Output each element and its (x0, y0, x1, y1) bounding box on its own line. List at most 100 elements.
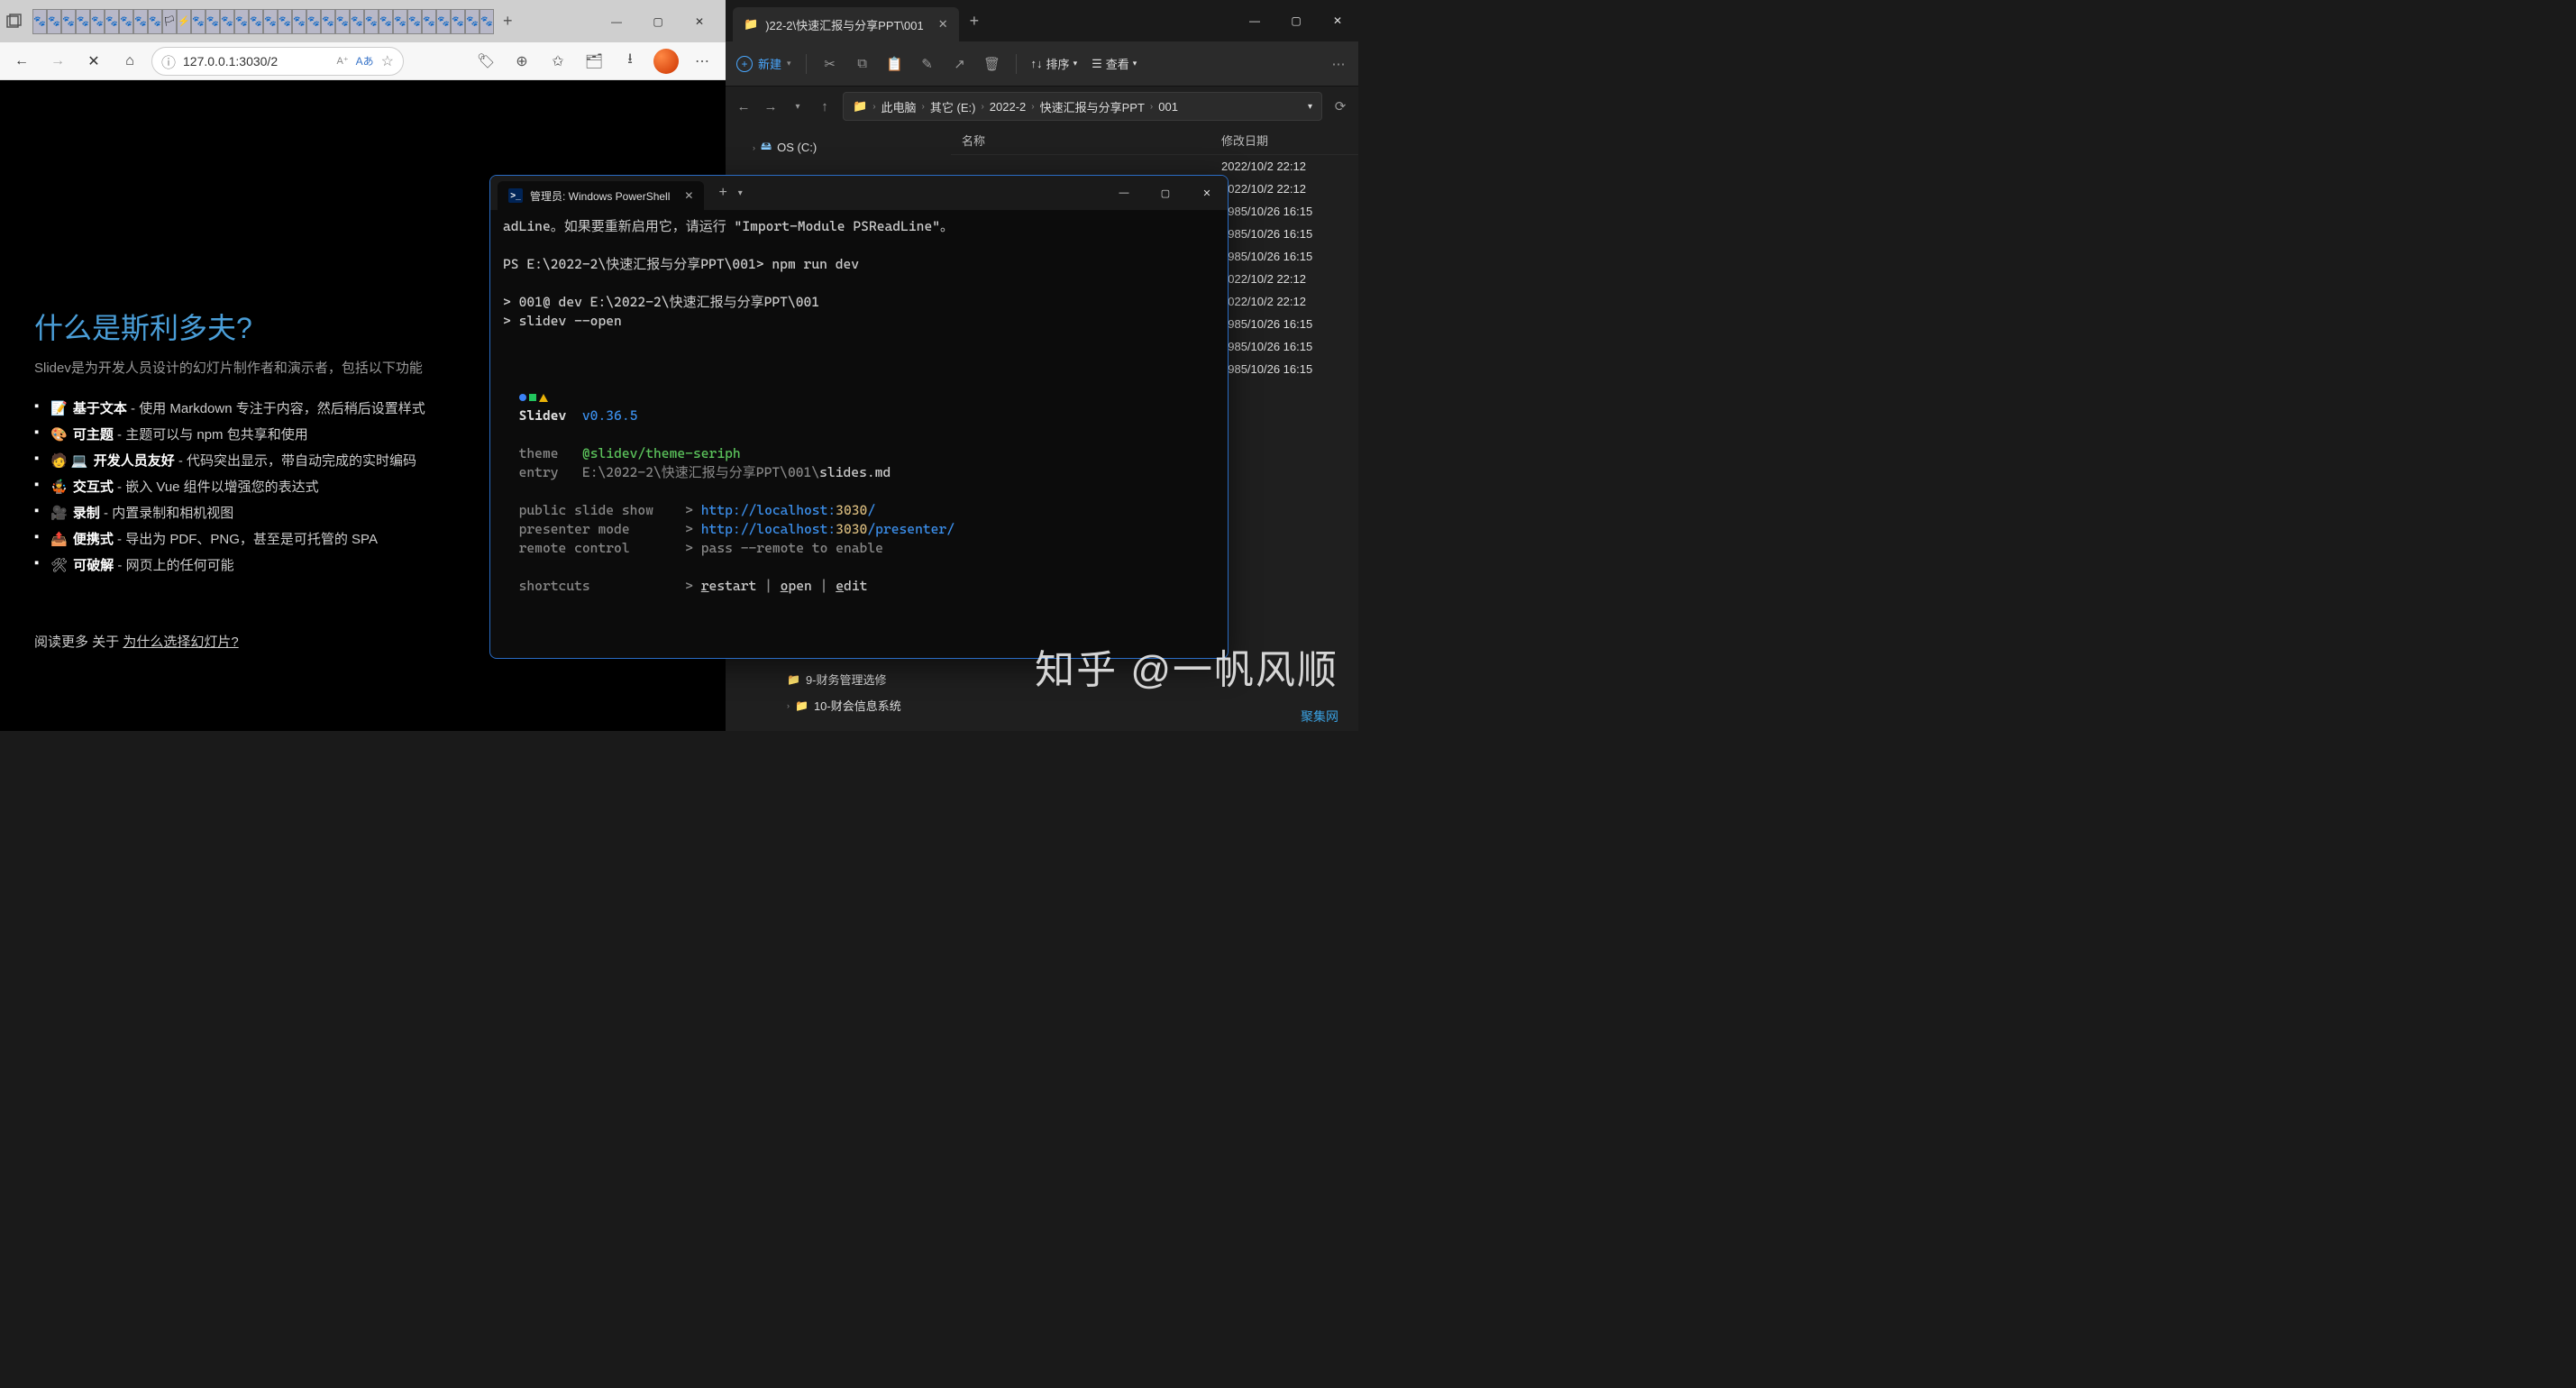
browser-tab[interactable]: 🐾 (436, 9, 451, 34)
browser-tab[interactable]: 🐾 (133, 9, 148, 34)
browser-tab[interactable]: 🐾 (465, 9, 480, 34)
new-tab-button[interactable]: + (718, 185, 726, 201)
site-info-icon[interactable]: ⓘ (161, 50, 176, 72)
reading-mode-icon[interactable]: A⁺ (336, 55, 348, 67)
minimize-button[interactable]: — (1234, 6, 1275, 35)
browser-tab[interactable]: 🐾 (249, 9, 263, 34)
view-button[interactable]: ☰ 查看 ▾ (1092, 55, 1137, 72)
more-button[interactable]: ⋯ (686, 47, 718, 76)
terminal-titlebar: >_ 管理员: Windows PowerShell ✕ + ▾ — ▢ ✕ (490, 176, 1228, 210)
share-icon[interactable]: ↗ (951, 56, 969, 72)
browser-tab[interactable]: 🐾 (90, 9, 105, 34)
browser-tab[interactable]: 🏳 (162, 9, 177, 34)
tabs-overview-icon[interactable] (5, 13, 23, 31)
browser-tab[interactable]: 🐾 (335, 9, 350, 34)
col-name-header[interactable]: 名称 (962, 132, 1221, 149)
browser-tab[interactable]: 🐾 (278, 9, 292, 34)
browser-tab[interactable]: 🐾 (350, 9, 364, 34)
forward-button[interactable]: → (43, 47, 72, 76)
browser-tab[interactable]: 🐾 (76, 9, 90, 34)
close-tab-icon[interactable]: ✕ (684, 189, 693, 202)
browser-tab[interactable]: 🐾 (407, 9, 422, 34)
browser-tab[interactable]: 🐾 (148, 9, 162, 34)
breadcrumb-item[interactable]: 此电脑 (882, 98, 917, 115)
browser-tab[interactable]: 🐾 (234, 9, 249, 34)
col-date-header[interactable]: 修改日期 (1221, 132, 1347, 149)
chevron-down-icon[interactable]: ▾ (789, 102, 807, 112)
explorer-tab[interactable]: 📁 )22-2\快速汇报与分享PPT\001 ✕ (733, 7, 959, 41)
separator (1016, 54, 1017, 74)
more-icon[interactable]: ⋯ (1329, 56, 1347, 72)
back-button[interactable]: ← (7, 47, 36, 76)
browser-tab[interactable]: ⚡ (177, 9, 191, 34)
minimize-button[interactable]: — (596, 7, 637, 36)
refresh-button[interactable]: ⟳ (1331, 98, 1349, 114)
translate-icon[interactable]: Aあ (356, 53, 374, 68)
tree-item[interactable]: 📁 9-财务管理选修 (726, 666, 951, 692)
footer-link[interactable]: 为什么选择幻灯片? (123, 635, 238, 650)
browser-tab[interactable]: 🐾 (191, 9, 206, 34)
tree-item[interactable]: › 📁 10-财会信息系统 (726, 692, 951, 718)
breadcrumb-item[interactable]: 其它 (E:) (930, 98, 976, 115)
browser-tab[interactable]: 🐾 (61, 9, 76, 34)
close-button[interactable]: ✕ (679, 7, 720, 36)
browser-tab[interactable]: 🐾 (321, 9, 335, 34)
close-button[interactable]: ✕ (1317, 6, 1358, 35)
new-button[interactable]: + 新建 ▾ (736, 55, 791, 72)
browser-tab[interactable]: 🐾 (119, 9, 133, 34)
new-tab-button[interactable]: + (970, 12, 980, 31)
close-button[interactable]: ✕ (1186, 178, 1228, 207)
up-button[interactable]: ↑ (816, 99, 834, 114)
browser-tab[interactable]: 🐾 (47, 9, 61, 34)
terminal-tab[interactable]: >_ 管理员: Windows PowerShell ✕ (498, 181, 704, 210)
rename-icon[interactable]: ✎ (918, 56, 936, 72)
browser-tab[interactable]: 🐾 (206, 9, 220, 34)
profile-avatar[interactable] (650, 47, 682, 76)
browser-tab[interactable]: 🐾 (393, 9, 407, 34)
cut-icon[interactable]: ✂ (821, 56, 839, 72)
stop-button[interactable]: ✕ (79, 47, 108, 76)
tab-dropdown-icon[interactable]: ▾ (738, 188, 743, 198)
delete-icon[interactable]: 🗑 (983, 56, 1001, 72)
forward-button[interactable]: → (762, 99, 780, 114)
breadcrumb-item[interactable]: 2022-2 (990, 100, 1026, 114)
browser-tab[interactable]: 🐾 (292, 9, 306, 34)
back-button[interactable]: ← (735, 99, 753, 114)
home-button[interactable]: ⌂ (115, 47, 144, 76)
browser-tab[interactable]: 🐾 (379, 9, 393, 34)
downloads-icon[interactable]: ⭳ (614, 47, 646, 76)
paste-icon[interactable]: 📋 (886, 56, 904, 72)
avatar-icon (653, 49, 679, 74)
copy-icon[interactable]: ⧉ (854, 56, 872, 71)
sort-button[interactable]: ↑↓ 排序 ▾ (1031, 55, 1078, 72)
minimize-button[interactable]: — (1103, 178, 1145, 207)
terminal-output[interactable]: adLine。如果要重新启用它，请运行 "Import-Module PSRea… (490, 210, 1228, 603)
browser-tab[interactable]: 🐾 (32, 9, 47, 34)
browser-tab[interactable]: 🐾 (422, 9, 436, 34)
maximize-button[interactable]: ▢ (637, 7, 679, 36)
breadcrumb[interactable]: 📁 › 此电脑› 其它 (E:)› 2022-2› 快速汇报与分享PPT› 00… (843, 92, 1322, 121)
browser-tab[interactable]: 🐾 (263, 9, 278, 34)
emoji-icon: 📝 (50, 401, 68, 416)
tab-title: )22-2\快速汇报与分享PPT\001 (765, 16, 924, 33)
close-tab-icon[interactable]: ✕ (938, 17, 948, 32)
maximize-button[interactable]: ▢ (1275, 6, 1317, 35)
new-tab-button[interactable]: + (503, 12, 513, 31)
collections-icon[interactable]: 🗂 (578, 47, 610, 76)
favorites-icon[interactable]: ✩ (542, 47, 574, 76)
breadcrumb-item[interactable]: 001 (1158, 100, 1178, 114)
browser-tab[interactable]: 🐾 (364, 9, 379, 34)
chevron-down-icon[interactable]: ▾ (1308, 102, 1312, 112)
browser-tab[interactable]: 🐾 (105, 9, 119, 34)
browser-tab[interactable]: 🐾 (451, 9, 465, 34)
addpage-icon[interactable]: ⊕ (506, 47, 538, 76)
favorite-icon[interactable]: ☆ (381, 52, 394, 70)
breadcrumb-item[interactable]: 快速汇报与分享PPT (1040, 98, 1145, 115)
tree-item-drive-c[interactable]: › 🖴 OS (C:) (726, 133, 951, 161)
address-bar[interactable]: ⓘ 127.0.0.1:3030/2 A⁺ Aあ ☆ (151, 47, 404, 76)
browser-tab[interactable]: 🐾 (220, 9, 234, 34)
browser-tab[interactable]: 🐾 (306, 9, 321, 34)
browser-tab[interactable]: 🐾 (480, 9, 494, 34)
maximize-button[interactable]: ▢ (1145, 178, 1186, 207)
shopping-icon[interactable]: 🏷 (470, 47, 502, 76)
